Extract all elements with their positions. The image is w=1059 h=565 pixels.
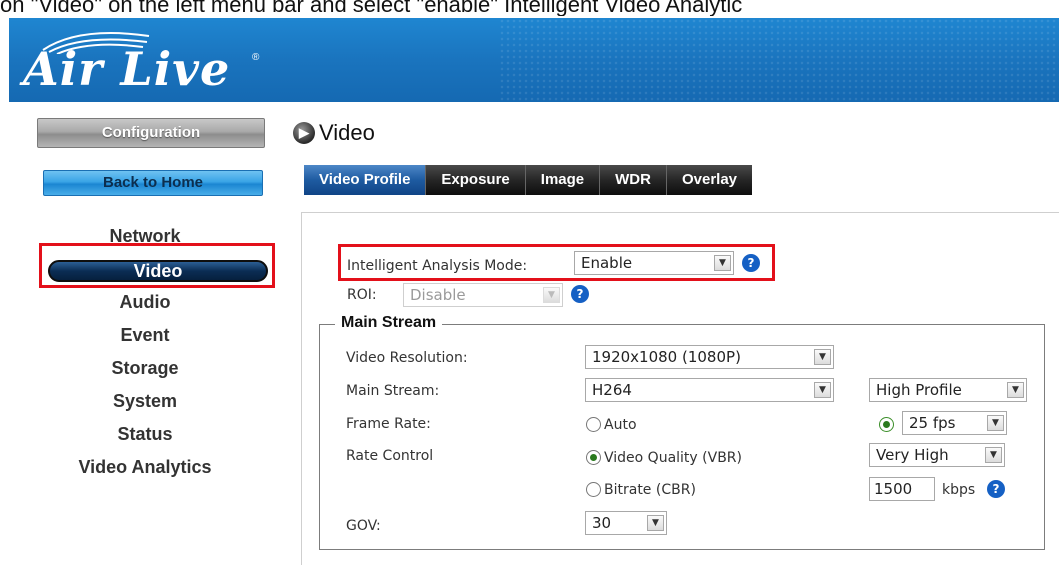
bitrate-input[interactable]: 1500 — [869, 477, 935, 501]
sidebar-item-storage[interactable]: Storage — [9, 352, 281, 385]
profile-value: High Profile — [876, 381, 962, 399]
tab-image[interactable]: Image — [525, 165, 601, 195]
chevron-down-icon: ▼ — [647, 515, 664, 531]
gov-value: 30 — [592, 514, 612, 532]
main-stream-legend: Main Stream — [335, 314, 443, 332]
tab-wdr[interactable]: WDR — [600, 165, 667, 195]
tab-exposure[interactable]: Exposure — [426, 165, 526, 195]
codec-value: H264 — [592, 381, 632, 399]
cbr-label: Bitrate (CBR) — [604, 482, 696, 498]
video-title-icon: ▶ — [293, 122, 315, 144]
sidebar-item-video-analytics[interactable]: Video Analytics — [9, 451, 281, 484]
roi-select: Disable ▼ — [403, 283, 563, 307]
instruction-caption: on "Video" on the left menu bar and sele… — [0, 0, 743, 16]
roi-value: Disable — [410, 286, 466, 304]
video-resolution-value: 1920x1080 (1080P) — [592, 348, 741, 366]
sidebar-item-audio[interactable]: Audio — [9, 286, 281, 319]
header-banner: Air Live ® — [9, 18, 1059, 102]
profile-select[interactable]: High Profile ▼ — [869, 378, 1027, 402]
video-resolution-label: Video Resolution: — [346, 350, 468, 366]
vbr-quality-select[interactable]: Very High ▼ — [869, 443, 1005, 467]
tab-video-profile[interactable]: Video Profile — [304, 165, 427, 195]
page-title-row: ▶ Video — [293, 120, 375, 146]
intelligent-analysis-highlight-box — [338, 244, 775, 281]
vbr-label: Video Quality (VBR) — [604, 450, 742, 466]
sidebar-item-event[interactable]: Event — [9, 319, 281, 352]
chevron-down-icon: ▼ — [987, 415, 1004, 431]
frame-rate-select[interactable]: 25 fps ▼ — [902, 411, 1007, 435]
gov-label: GOV: — [346, 518, 381, 534]
tab-bar: Video Profile Exposure Image WDR Overlay — [304, 165, 753, 195]
back-to-home-button[interactable]: Back to Home — [43, 170, 263, 196]
main-content: ▶ Video Video Profile Exposure Image WDR… — [281, 102, 1059, 565]
main-stream-label: Main Stream: — [346, 383, 440, 399]
frame-rate-fixed-radio[interactable] — [879, 417, 894, 432]
cbr-radio[interactable] — [586, 482, 601, 497]
gov-select[interactable]: 30 ▼ — [585, 511, 667, 535]
frame-rate-value: 25 fps — [909, 414, 956, 432]
vbr-radio[interactable] — [586, 450, 601, 465]
roi-label: ROI: — [347, 287, 377, 303]
video-highlight-box — [39, 243, 275, 288]
help-icon[interactable]: ? — [571, 285, 589, 303]
tab-overlay[interactable]: Overlay — [666, 165, 753, 195]
frame-rate-auto-radio[interactable] — [586, 417, 601, 432]
vbr-quality-value: Very High — [876, 446, 949, 464]
chevron-down-icon: ▼ — [814, 382, 831, 398]
rate-control-label: Rate Control — [346, 448, 434, 464]
page-title: Video — [319, 120, 375, 145]
sidebar: Configuration Back to Home Network Video… — [9, 102, 281, 565]
video-resolution-select[interactable]: 1920x1080 (1080P) ▼ — [585, 345, 834, 369]
sidebar-item-status[interactable]: Status — [9, 418, 281, 451]
bitrate-unit: kbps — [942, 482, 976, 498]
chevron-down-icon: ▼ — [814, 349, 831, 365]
chevron-down-icon: ▼ — [543, 287, 560, 303]
banner-pattern — [499, 18, 1059, 102]
frame-rate-label: Frame Rate: — [346, 416, 431, 432]
chevron-down-icon: ▼ — [1007, 382, 1024, 398]
frame-rate-auto-label: Auto — [604, 417, 637, 433]
help-icon[interactable]: ? — [987, 480, 1005, 498]
configuration-button[interactable]: Configuration — [37, 118, 265, 148]
sidebar-item-system[interactable]: System — [9, 385, 281, 418]
logo-text: Air Live — [23, 42, 231, 96]
trademark-mark: ® — [252, 52, 260, 63]
chevron-down-icon: ▼ — [985, 447, 1002, 463]
codec-select[interactable]: H264 ▼ — [585, 378, 834, 402]
airlive-logo: Air Live ® — [23, 28, 283, 98]
